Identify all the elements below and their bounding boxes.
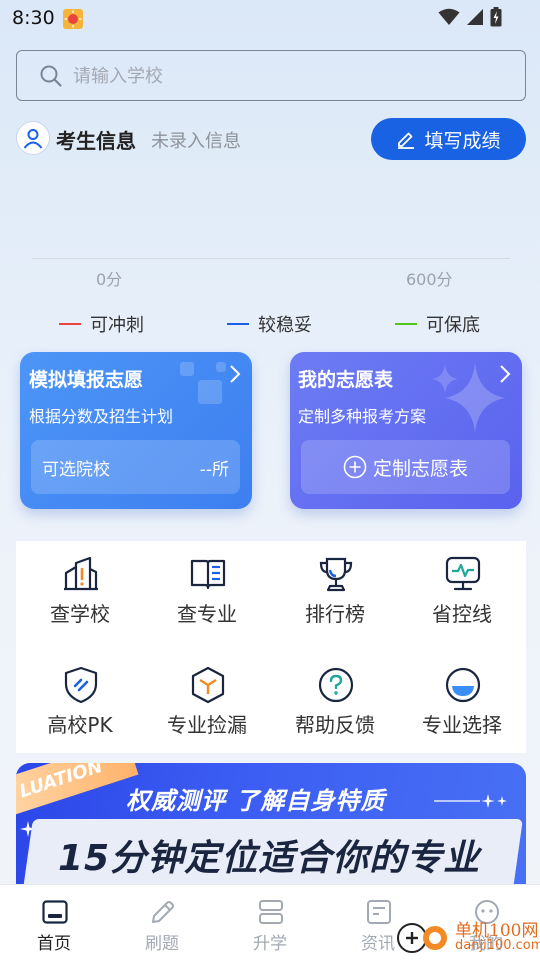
candidate-info-title: 考生信息 [56, 129, 136, 153]
legend-label: 可冲刺 [90, 315, 144, 336]
nav-item-practice[interactable]: 刷题 [108, 885, 216, 960]
feature-grid: 查学校 查专业 排行榜 省控线 高校PK 专业捡漏 帮助反馈 专业选择 [16, 541, 526, 753]
score-scale-max: 600分 [406, 270, 453, 289]
sparkle-icon [432, 364, 458, 394]
avatar[interactable] [16, 121, 50, 155]
grid-label: 专业选择 [422, 713, 502, 737]
enter-score-label: 填写成绩 [424, 129, 501, 152]
grid-item-university-pk[interactable]: 高校PK [16, 652, 144, 752]
nav-label: 升学 [253, 934, 287, 954]
grid-item-help-feedback[interactable]: 帮助反馈 [271, 652, 399, 752]
card-title: 模拟填报志愿 [29, 369, 144, 391]
school-building-icon [64, 556, 98, 591]
card-subtitle: 根据分数及招生计划 [29, 407, 174, 426]
nav-item-home[interactable]: 首页 [0, 885, 108, 960]
watermark-logo-icon [397, 923, 447, 953]
grid-item-search-school[interactable]: 查学校 [16, 541, 144, 641]
pencil-icon [152, 901, 174, 923]
chevron-right-icon [230, 365, 241, 383]
grid-label: 查专业 [177, 602, 237, 626]
nav-item-admission[interactable]: 升学 [216, 885, 324, 960]
cube-icon [191, 666, 225, 704]
grid-item-major-bargain[interactable]: 专业捡漏 [143, 652, 271, 752]
evaluation-banner[interactable]: LUATION 权威测评 了解自身特质 15分钟定位适合你的专业 [16, 763, 526, 888]
nav-label: 首页 [37, 934, 71, 954]
customize-application-label: 定制志愿表 [372, 457, 468, 480]
chevron-right-icon [500, 365, 511, 383]
stack-icon [259, 900, 283, 924]
grid-label: 省控线 [432, 602, 492, 626]
legend-item-reach: 可冲刺 [59, 311, 144, 337]
sparkle-line-icon [434, 794, 507, 808]
available-schools-label: 可选院校 [42, 460, 110, 480]
grid-label: 高校PK [47, 713, 113, 737]
decoration [180, 362, 194, 376]
customize-application-button[interactable]: 定制志愿表 [301, 440, 510, 494]
trophy-icon [319, 557, 353, 592]
question-icon [318, 667, 354, 703]
home-icon [42, 900, 68, 924]
legend-item-stable: 较稳妥 [227, 311, 312, 337]
score-scale-line [32, 258, 510, 259]
legend-item-safe: 可保底 [395, 311, 480, 337]
user-icon [23, 129, 43, 149]
status-bar: 8:30 [0, 0, 540, 36]
plus-circle-icon [343, 455, 367, 479]
sun-icon [63, 9, 83, 29]
my-application-card[interactable]: 我的志愿表 定制多种报考方案 定制志愿表 [290, 352, 522, 509]
legend-label: 可保底 [426, 315, 480, 336]
grid-label: 排行榜 [305, 602, 365, 626]
grid-label: 帮助反馈 [295, 713, 375, 737]
grid-item-major-selection[interactable]: 专业选择 [398, 652, 526, 752]
half-circle-icon [445, 667, 481, 703]
banner-main-text: 15分钟定位适合你的专业 [58, 838, 481, 879]
card-title: 我的志愿表 [298, 369, 394, 391]
card-subtitle: 定制多种报考方案 [298, 407, 427, 426]
legend-label: 较稳妥 [258, 315, 312, 336]
status-indicators [438, 7, 502, 27]
enter-score-button[interactable]: 填写成绩 [371, 118, 526, 160]
available-schools-count: --所 [199, 460, 229, 480]
edit-icon [398, 132, 415, 149]
grid-label: 专业捡漏 [167, 713, 247, 737]
grid-label: 查学校 [50, 602, 110, 626]
decoration [216, 362, 226, 372]
grid-item-control-line[interactable]: 省控线 [398, 541, 526, 641]
search-bar[interactable] [16, 50, 526, 101]
simulate-application-card[interactable]: 模拟填报志愿 根据分数及招生计划 可选院校 --所 [20, 352, 252, 509]
decoration [198, 380, 222, 404]
search-icon [40, 65, 62, 87]
monitor-pulse-icon [445, 556, 481, 591]
legend-swatch-blue [227, 323, 249, 325]
wifi-icon [438, 8, 460, 25]
grid-item-search-major[interactable]: 查专业 [143, 541, 271, 641]
available-schools-box[interactable]: 可选院校 --所 [31, 440, 240, 494]
legend-swatch-red [59, 323, 81, 325]
battery-icon [490, 7, 502, 27]
open-book-icon [190, 559, 226, 590]
score-scale-min: 0分 [96, 270, 123, 289]
nav-label: 刷题 [145, 934, 179, 954]
watermark: 单机100网 danji100.com [393, 916, 540, 960]
candidate-info-status: 未录入信息 [151, 131, 241, 152]
banner-headline: 权威测评 了解自身特质 [126, 787, 386, 815]
signal-icon [467, 9, 483, 25]
status-time: 8:30 [12, 7, 55, 29]
search-input[interactable] [73, 61, 493, 91]
shield-icon [64, 666, 98, 704]
news-icon [367, 900, 391, 924]
banner-tag: LUATION [16, 763, 139, 818]
grid-item-ranking[interactable]: 排行榜 [271, 541, 399, 641]
legend-swatch-green [395, 323, 417, 325]
watermark-url: danji100.com [455, 938, 540, 953]
